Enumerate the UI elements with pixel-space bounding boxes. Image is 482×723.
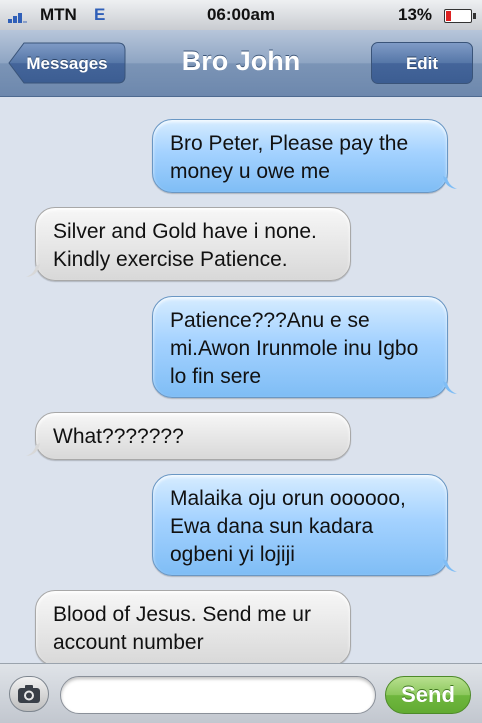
message-input-field[interactable] bbox=[60, 676, 376, 714]
compose-bar: Send bbox=[0, 663, 482, 723]
message-text: Malaika oju orun oooooo, Ewa dana sun ka… bbox=[170, 487, 406, 566]
battery-icon bbox=[444, 9, 476, 23]
edit-button[interactable]: Edit bbox=[371, 42, 473, 84]
status-bar: MTN E 06:00am 13% bbox=[0, 0, 482, 30]
bubble-tail-icon bbox=[26, 443, 40, 456]
bubble-tail-icon bbox=[443, 559, 457, 572]
message-bubble-sent[interactable]: Malaika oju orun oooooo, Ewa dana sun ka… bbox=[152, 474, 457, 576]
message-input[interactable] bbox=[73, 677, 367, 713]
camera-button[interactable] bbox=[9, 676, 49, 712]
message-bubble-received[interactable]: What??????? bbox=[26, 412, 351, 460]
message-text: Bro Peter, Please pay the money u owe me bbox=[170, 132, 409, 183]
message-thread[interactable]: Bro Peter, Please pay the money u owe me… bbox=[0, 97, 482, 663]
message-text: Silver and Gold have i none. Kindly exer… bbox=[53, 220, 317, 271]
bubble-tail-icon bbox=[443, 381, 457, 394]
message-text: Blood of Jesus. Send me ur account numbe… bbox=[53, 603, 311, 654]
message-bubble-sent[interactable]: Bro Peter, Please pay the money u owe me bbox=[152, 119, 457, 193]
bubble-tail-icon bbox=[443, 176, 457, 189]
message-text: Patience???Anu e se mi.Awon Irunmole inu… bbox=[170, 309, 419, 388]
message-bubble-sent[interactable]: Patience???Anu e se mi.Awon Irunmole inu… bbox=[152, 296, 457, 398]
nav-bar: Messages Bro John Edit bbox=[0, 30, 482, 97]
message-bubble-received[interactable]: Blood of Jesus. Send me ur account numbe… bbox=[35, 590, 351, 663]
camera-icon bbox=[18, 685, 40, 703]
bubble-tail-icon bbox=[26, 264, 40, 277]
message-bubble-received[interactable]: Silver and Gold have i none. Kindly exer… bbox=[26, 207, 351, 281]
message-text: What??????? bbox=[53, 425, 184, 448]
battery-percent: 13% bbox=[398, 5, 433, 24]
send-button[interactable]: Send bbox=[385, 676, 471, 714]
